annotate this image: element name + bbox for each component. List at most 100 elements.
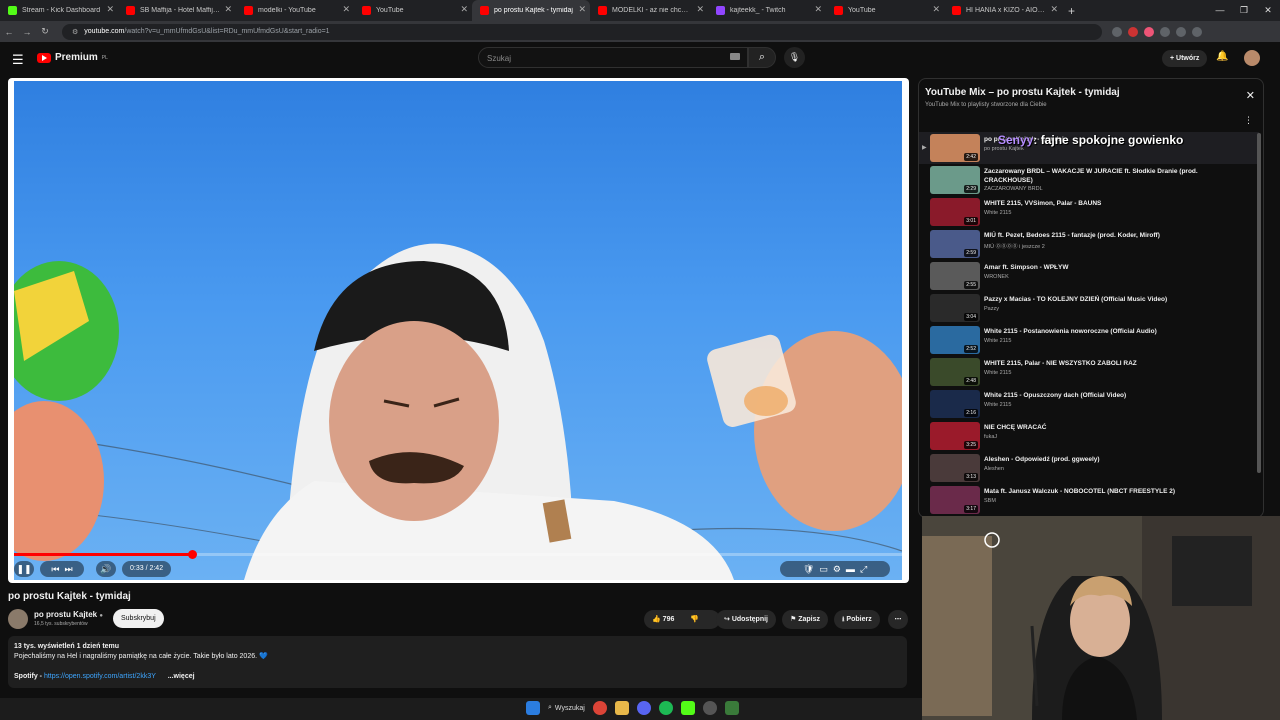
- settings-icon[interactable]: ⚙: [833, 564, 841, 574]
- browser-tab[interactable]: YouTube ✕: [354, 0, 472, 21]
- video-progress-bar[interactable]: [14, 550, 902, 559]
- progress-scrubber[interactable]: [187, 550, 197, 559]
- spotify-link[interactable]: https://open.spotify.com/artist/2kk3Y: [44, 673, 156, 680]
- chrome-icon[interactable]: [592, 701, 607, 715]
- windows-start-icon[interactable]: [526, 701, 540, 715]
- sponsor-shield-icon[interactable]: 🛡: [803, 564, 814, 574]
- account-avatar[interactable]: [1244, 50, 1260, 66]
- extension-icon[interactable]: [1144, 26, 1154, 37]
- spotify-icon[interactable]: [658, 701, 673, 715]
- next-icon[interactable]: ⏭: [65, 564, 73, 574]
- tab-close-icon[interactable]: ✕: [224, 4, 232, 15]
- channel-name[interactable]: po prostu Kajtek ●: [34, 610, 103, 619]
- forward-icon[interactable]: →: [18, 27, 36, 37]
- playlist-item[interactable]: 3:17 Mata ft. Janusz Walczuk - NOBOCOTEL …: [919, 484, 1259, 516]
- voice-search-button[interactable]: 🎙: [784, 47, 805, 68]
- tab-close-icon[interactable]: ✕: [696, 4, 704, 15]
- new-tab-icon[interactable]: +: [1068, 4, 1075, 18]
- playlist-item[interactable]: 2:52 White 2115 - Postanowienia noworoczn…: [919, 324, 1259, 356]
- playlist-thumbnail[interactable]: 2:59: [930, 230, 980, 258]
- playlist-thumbnail[interactable]: 2:16: [930, 390, 980, 418]
- show-more-button[interactable]: ...więcej: [168, 673, 195, 680]
- playlist-item[interactable]: 3:13 Aleshen - Odpowiedź (prod. ggweely) A…: [919, 452, 1259, 484]
- browser-tab[interactable]: HI HANIA x KIZO - AIOLI - YouT ✕: [944, 0, 1062, 21]
- close-window-icon[interactable]: ✕: [1256, 0, 1280, 21]
- pause-icon[interactable]: ❚❚: [14, 561, 34, 577]
- download-button[interactable]: ⭳ Pobierz: [834, 610, 880, 629]
- playlist-thumbnail[interactable]: 2:52: [930, 326, 980, 354]
- browser-tab[interactable]: YouTube ✕: [826, 0, 944, 21]
- obs-icon[interactable]: [702, 701, 717, 715]
- tab-close-icon[interactable]: ✕: [932, 4, 940, 15]
- keyboard-icon[interactable]: [730, 53, 740, 60]
- tab-close-icon[interactable]: ✕: [1050, 4, 1058, 15]
- maximize-icon[interactable]: ❐: [1232, 0, 1256, 21]
- dislike-icon[interactable]: 👎: [690, 616, 699, 623]
- file-explorer-icon[interactable]: [614, 701, 629, 715]
- site-info-icon[interactable]: ⚙: [72, 28, 78, 36]
- playlist-thumbnail[interactable]: 3:13: [930, 454, 980, 482]
- like-icon[interactable]: 👍: [652, 616, 661, 623]
- playlist-thumbnail[interactable]: 2:48: [930, 358, 980, 386]
- playlist-thumbnail[interactable]: 2:55: [930, 262, 980, 290]
- discord-icon[interactable]: [636, 701, 651, 715]
- playlist-item[interactable]: 2:16 White 2115 - Opuszczony dach (Offici…: [919, 388, 1259, 420]
- notifications-bell-icon[interactable]: 🔔: [1216, 51, 1228, 62]
- more-vert-icon[interactable]: ⋮: [1244, 115, 1253, 126]
- browser-tab[interactable]: SB Maffija - Hotel Maffija 3 - Yo ✕: [118, 0, 236, 21]
- extension-icon[interactable]: [1112, 26, 1122, 37]
- back-icon[interactable]: ←: [0, 27, 18, 37]
- playlist-scrollbar[interactable]: [1257, 133, 1261, 473]
- playlist-thumbnail[interactable]: 3:01: [930, 198, 980, 226]
- subtitles-icon[interactable]: ▭: [819, 564, 828, 574]
- playlist-thumbnail[interactable]: 2:29: [930, 166, 980, 194]
- browser-tab[interactable]: Stream - Kick Dashboard ✕: [0, 0, 118, 21]
- close-icon[interactable]: ✕: [1246, 89, 1255, 102]
- extension-icon[interactable]: [1192, 26, 1202, 37]
- tab-close-icon[interactable]: ✕: [460, 4, 468, 15]
- url-field[interactable]: ⚙ youtube.com /watch?v=u_mmUfmdGsU&list=…: [62, 23, 1102, 40]
- playlist-thumbnail[interactable]: 3:04: [930, 294, 980, 322]
- tab-close-icon[interactable]: ✕: [578, 4, 586, 15]
- playlist-item[interactable]: 3:04 Pazzy x Macias - TO KOLEJNY DZIEŃ (O…: [919, 292, 1259, 324]
- video-player[interactable]: [14, 81, 902, 580]
- reload-icon[interactable]: ↻: [36, 26, 54, 37]
- more-actions-button[interactable]: ⋯: [888, 610, 908, 629]
- previous-icon[interactable]: ⏮: [51, 564, 59, 574]
- playlist-thumbnail[interactable]: 3:17: [930, 486, 980, 514]
- volume-icon[interactable]: 🔊: [96, 561, 116, 577]
- playlist-title[interactable]: YouTube Mix – po prostu Kajtek - tymidaj: [925, 87, 1257, 98]
- app-icon[interactable]: [724, 701, 739, 715]
- search-button[interactable]: ⌕: [748, 47, 776, 68]
- menu-icon[interactable]: ☰: [12, 52, 24, 68]
- channel-avatar[interactable]: [8, 609, 28, 629]
- theater-mode-icon[interactable]: ▬: [846, 564, 855, 574]
- youtube-logo[interactable]: Premium PL: [37, 52, 108, 63]
- playlist-item[interactable]: 2:29 Zaczarowany BRDL – WAKACJE W JURACIE…: [919, 164, 1259, 196]
- extension-icon[interactable]: [1176, 26, 1186, 37]
- playlist-item[interactable]: 2:55 Amar ft. Simpson - WPŁYW WRONEK: [919, 260, 1259, 292]
- playlist-thumbnail[interactable]: 3:25: [930, 422, 980, 450]
- extension-icon[interactable]: [1160, 26, 1170, 37]
- playlist-thumbnail[interactable]: 2:42: [930, 134, 980, 162]
- taskbar-search[interactable]: ⌕ Wyszukaj: [548, 704, 585, 712]
- playlist-item[interactable]: 3:25 NIE CHCĘ WRACAĆ fukaJ: [919, 420, 1259, 452]
- browser-tab[interactable]: MODELKI - aż nie chce się wraca ✕: [590, 0, 708, 21]
- description-box[interactable]: 13 tys. wyświetleń 1 dzień temu Pojechal…: [8, 636, 907, 688]
- extension-icon[interactable]: [1128, 26, 1138, 37]
- browser-tab[interactable]: modelki - YouTube ✕: [236, 0, 354, 21]
- playlist-item[interactable]: 2:48 WHITE 2115, Palar - NIE WSZYSTKO ZAB…: [919, 356, 1259, 388]
- browser-tab[interactable]: po prostu Kajtek - tymidaj ✕: [472, 0, 590, 21]
- tab-close-icon[interactable]: ✕: [814, 4, 822, 15]
- share-button[interactable]: ↪ Udostępnij: [716, 610, 776, 629]
- tab-close-icon[interactable]: ✕: [342, 4, 350, 15]
- subscribe-button[interactable]: Subskrybuj: [113, 609, 164, 628]
- tab-close-icon[interactable]: ✕: [106, 4, 114, 15]
- fullscreen-icon[interactable]: ⤢: [860, 564, 867, 574]
- search-input[interactable]: Szukaj: [478, 47, 748, 68]
- kick-icon[interactable]: [680, 701, 695, 715]
- save-button[interactable]: ⚑ Zapisz: [782, 610, 829, 629]
- minimize-icon[interactable]: —: [1208, 0, 1232, 21]
- create-button[interactable]: + Utwórz: [1162, 50, 1208, 67]
- like-count[interactable]: 796: [663, 616, 675, 623]
